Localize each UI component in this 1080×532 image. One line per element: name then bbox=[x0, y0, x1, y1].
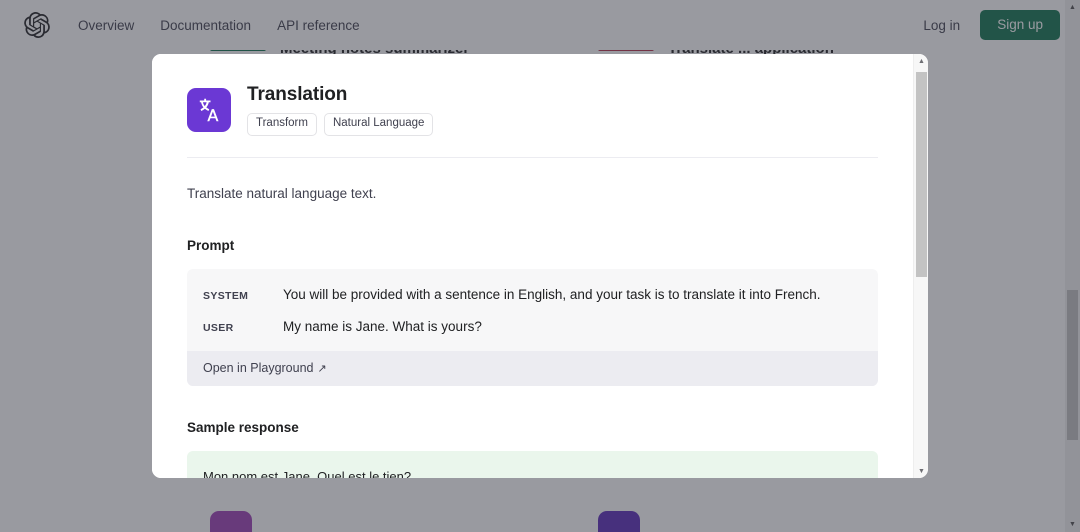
screen: Meeting notes summarizer Translate ... a… bbox=[0, 0, 1080, 532]
modal-scroll-thumb[interactable] bbox=[916, 72, 927, 277]
prompt-role-label: USER bbox=[203, 321, 283, 334]
modal-scrollbar[interactable]: ▲ ▼ bbox=[913, 54, 928, 478]
sample-response-title: Sample response bbox=[187, 420, 878, 435]
sample-response-box: Mon nom est Jane. Quel est le tien? bbox=[187, 451, 878, 478]
prompt-section-title: Prompt bbox=[187, 238, 878, 253]
modal-scroll-down-arrow[interactable]: ▼ bbox=[914, 464, 928, 478]
modal-scroll-up-arrow[interactable]: ▲ bbox=[914, 54, 928, 68]
translate-icon bbox=[187, 88, 231, 132]
header-divider bbox=[187, 157, 878, 158]
translate-glyph bbox=[196, 97, 222, 123]
prompt-box: SYSTEM You will be provided with a sente… bbox=[187, 269, 878, 386]
page-title: Translation bbox=[247, 84, 433, 106]
prompt-role-label: SYSTEM bbox=[203, 289, 283, 302]
open-in-playground-link[interactable]: Open in Playground ↗ bbox=[187, 351, 878, 386]
prompt-message-text: You will be provided with a sentence in … bbox=[283, 285, 862, 305]
tag-transform[interactable]: Transform bbox=[247, 113, 317, 136]
modal-body: Translation Transform Natural Language T… bbox=[152, 54, 913, 478]
prompt-row-system: SYSTEM You will be provided with a sente… bbox=[203, 285, 862, 305]
translation-detail-modal: Translation Transform Natural Language T… bbox=[152, 54, 928, 478]
tag-natural-language[interactable]: Natural Language bbox=[324, 113, 433, 136]
prompt-message-text: My name is Jane. What is yours? bbox=[283, 317, 862, 337]
prompt-rows: SYSTEM You will be provided with a sente… bbox=[187, 269, 878, 351]
sample-response-text: Mon nom est Jane. Quel est le tien? bbox=[203, 469, 411, 478]
description-text: Translate natural language text. bbox=[187, 184, 878, 204]
modal-content: Translation Transform Natural Language T… bbox=[152, 54, 913, 478]
external-link-icon: ↗ bbox=[318, 362, 327, 375]
open-in-playground-label: Open in Playground bbox=[203, 361, 314, 375]
tag-list: Transform Natural Language bbox=[247, 113, 433, 136]
modal-title-block: Translation Transform Natural Language bbox=[247, 84, 433, 136]
prompt-row-user: USER My name is Jane. What is yours? bbox=[203, 317, 862, 337]
modal-header: Translation Transform Natural Language bbox=[187, 84, 878, 136]
